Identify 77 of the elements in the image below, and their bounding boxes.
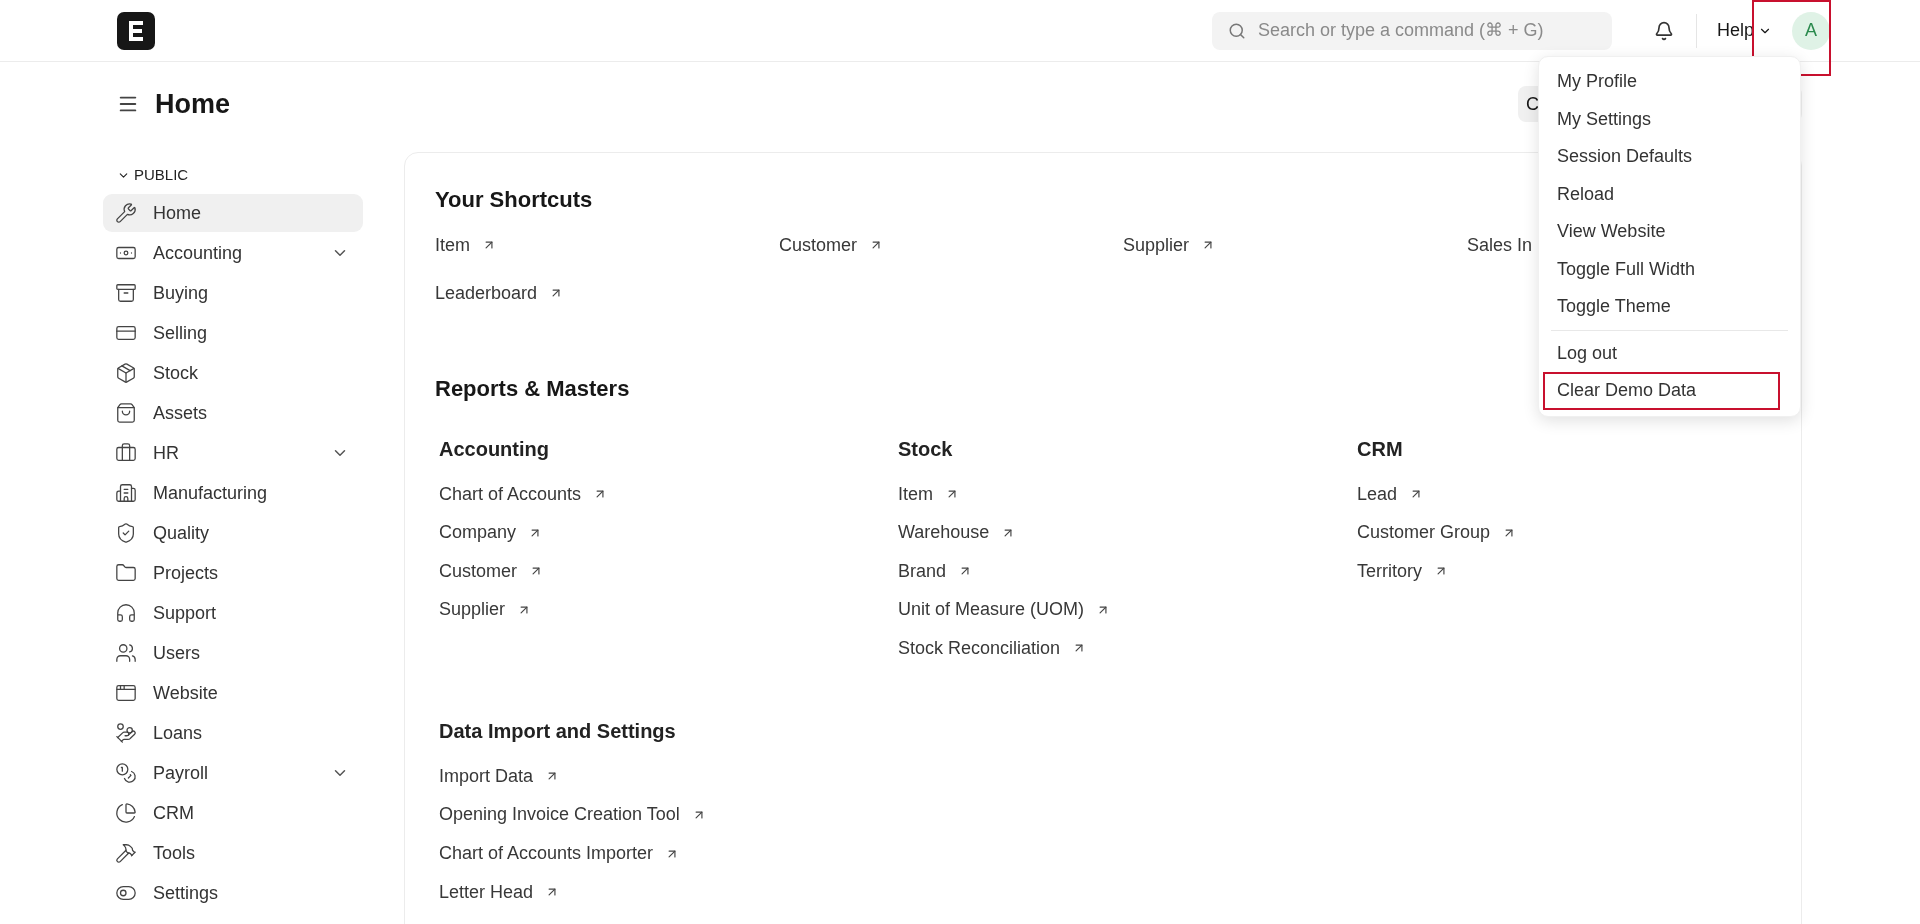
shortcut-link[interactable]: Lead (1357, 480, 1398, 508)
sidebar-item[interactable]: Loans (103, 714, 363, 752)
sidebar-item[interactable]: Buying (103, 274, 363, 312)
menu-item[interactable]: Toggle Theme (1543, 288, 1796, 326)
shortcut-link[interactable]: Customer Group (1357, 519, 1491, 547)
menu-item[interactable]: View Website (1543, 213, 1796, 251)
bag-icon (115, 402, 137, 424)
menu-item[interactable]: Reload (1543, 175, 1796, 213)
sidebar-item[interactable]: Projects (103, 554, 363, 592)
shortcut-link[interactable]: Letter Head (439, 878, 534, 906)
users-icon (115, 642, 137, 664)
folder-icon (115, 562, 137, 584)
shortcut-link[interactable]: Supplier (439, 596, 506, 624)
sidebar-item[interactable]: HR (103, 434, 363, 472)
sidebar-item[interactable]: Quality (103, 514, 363, 552)
shortcut-link[interactable]: Territory (1357, 557, 1422, 585)
sidebar-item[interactable]: Selling (103, 314, 363, 352)
shortcut-link[interactable]: Warehouse (898, 519, 990, 547)
shortcut-link[interactable]: Chart of Accounts Importer (439, 840, 654, 868)
archive-icon (115, 282, 137, 304)
hand-coins-icon (115, 722, 137, 744)
card-heading: Data Import and Settings (439, 719, 677, 743)
sidebar-item[interactable]: Stock (103, 354, 363, 392)
hammer-icon (115, 842, 137, 864)
shortcut-link[interactable]: Opening Invoice Creation Tool (439, 801, 680, 829)
shortcut-link[interactable]: Stock Reconciliation (898, 634, 1061, 662)
sidebar-item[interactable]: Payroll (103, 754, 363, 792)
sidebar-item[interactable]: CRM (103, 794, 363, 832)
sidebar-item[interactable]: Assets (103, 394, 363, 432)
shortcut-link[interactable]: Supplier (1123, 231, 1190, 259)
section-toggle[interactable]: PUBLIC (103, 164, 363, 186)
headset-icon (115, 602, 137, 624)
sidebar-item[interactable]: Settings (103, 874, 363, 912)
sidebar-item[interactable]: Tools (103, 834, 363, 872)
card-heading: Accounting (439, 437, 550, 460)
briefcase-icon (115, 442, 137, 464)
shortcut-link[interactable]: Leaderboard (435, 279, 538, 307)
wrench-icon (115, 202, 137, 224)
section-title: Reports & Masters (435, 375, 630, 400)
search-field[interactable]: Search or type a command (⌘ + G) (1211, 11, 1612, 50)
search-icon (1227, 21, 1246, 40)
section-title: Your Shortcuts (435, 186, 593, 211)
package-icon (115, 362, 137, 384)
avatar-button[interactable]: A (1792, 11, 1830, 50)
shortcut-link[interactable]: Customer (779, 231, 858, 259)
window-icon (115, 682, 137, 704)
card-heading: CRM (1357, 437, 1404, 460)
shortcut-link[interactable]: Item (435, 231, 470, 259)
shortcut-link[interactable]: Unit of Measure (UOM) (898, 596, 1085, 624)
shortcut-link[interactable]: Brand (898, 557, 947, 585)
sidebar-item[interactable]: Website (103, 674, 363, 712)
shield-icon (115, 522, 137, 544)
help-menu-button[interactable]: Help (1716, 17, 1772, 44)
pie-chart-icon (115, 802, 137, 824)
page-title: Home (155, 87, 230, 121)
sidebar-item[interactable]: Manufacturing (103, 474, 363, 512)
shortcut-link[interactable]: Sales In (1467, 231, 1533, 259)
sidebar-item[interactable]: Support (103, 594, 363, 632)
menu-item[interactable]: My Profile (1543, 63, 1796, 101)
menu-item[interactable]: My Settings (1543, 100, 1796, 138)
coins-icon (115, 762, 137, 784)
bell-icon (1653, 20, 1674, 41)
menu-item[interactable]: Log out (1543, 334, 1780, 372)
building-icon (115, 482, 137, 504)
sidebar-item[interactable]: Home (103, 194, 363, 232)
card-heading: Stock (898, 437, 954, 460)
shortcut-link[interactable]: Customer (439, 557, 518, 585)
menu-item[interactable]: Clear Demo Data (1543, 372, 1780, 410)
sidebar-item[interactable]: Users (103, 634, 363, 672)
sidebar-item[interactable]: Accounting (103, 234, 363, 272)
shortcut-link[interactable]: Chart of Accounts (439, 480, 582, 508)
menu-item[interactable]: Session Defaults (1543, 138, 1796, 176)
shortcut-link[interactable]: Import Data (439, 762, 534, 790)
shortcut-link[interactable]: Item (898, 480, 933, 508)
app-logo[interactable] (117, 11, 155, 50)
menu-item[interactable]: Toggle Full Width (1543, 250, 1796, 288)
shortcut-link[interactable]: Company (439, 519, 517, 547)
